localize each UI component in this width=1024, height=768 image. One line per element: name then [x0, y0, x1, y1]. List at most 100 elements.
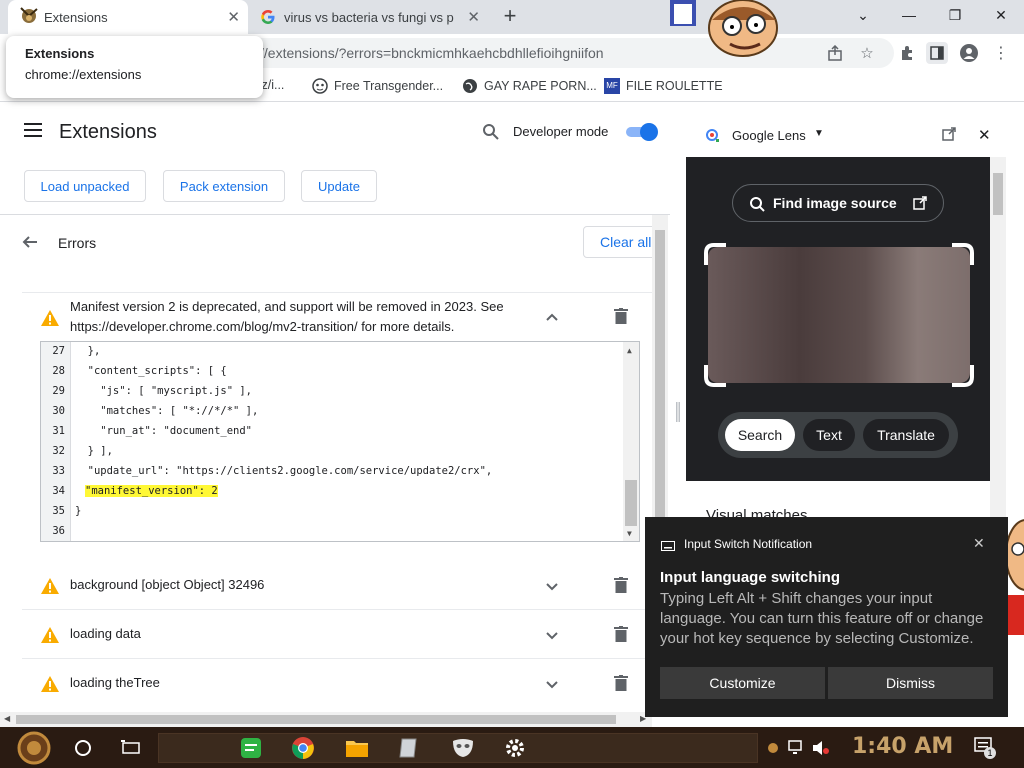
bookmark-star-icon[interactable]: ☆ — [856, 42, 878, 64]
scroll-thumb[interactable] — [16, 715, 616, 724]
code-line-highlighted: "manifest_version": 2 — [85, 485, 218, 497]
selected-image-region[interactable] — [704, 243, 974, 387]
tab-extensions[interactable]: Extensions ✕ — [8, 0, 248, 34]
line-number: 35 — [52, 505, 65, 517]
file-explorer-icon[interactable] — [342, 733, 372, 763]
load-unpacked-button[interactable]: Load unpacked — [24, 170, 146, 202]
chrome-icon[interactable] — [288, 733, 318, 763]
minimize-button[interactable]: — — [886, 0, 932, 30]
file-roulette-icon: MF — [604, 78, 620, 94]
scroll-down-icon[interactable]: ▼ — [627, 529, 632, 538]
settings-gear-icon[interactable] — [500, 733, 530, 763]
line-number: 36 — [52, 525, 65, 537]
share-icon[interactable] — [824, 42, 846, 64]
error-item[interactable]: loading data — [22, 610, 652, 659]
developer-mode-toggle[interactable] — [626, 123, 658, 141]
update-button[interactable]: Update — [301, 170, 377, 202]
restore-button[interactable]: ❐ — [932, 0, 978, 30]
start-button[interactable] — [16, 730, 52, 766]
error-item[interactable]: loading theTree — [22, 659, 652, 708]
notes-app-icon[interactable] — [236, 733, 266, 763]
extension-tab-favicon-icon — [18, 5, 40, 27]
code-scrollbar[interactable]: ▲ ▼ — [623, 342, 639, 541]
taskbar-clock[interactable]: 1:40 AM — [852, 734, 953, 759]
scroll-thumb[interactable] — [625, 480, 637, 526]
close-window-button[interactable]: ✕ — [978, 0, 1024, 30]
volume-muted-icon[interactable] — [810, 733, 832, 763]
side-panel-scrollbar[interactable] — [990, 157, 1006, 517]
error-item[interactable]: background [object Object] 32496 — [22, 561, 652, 610]
tab-strip: Extensions ✕ virus vs bacteria vs fungi … — [0, 0, 1024, 57]
lens-dropdown-icon[interactable]: ▼ — [814, 128, 824, 139]
code-line: "content_scripts": [ { — [75, 365, 227, 377]
pack-extension-button[interactable]: Pack extension — [163, 170, 285, 202]
back-arrow-icon[interactable] — [22, 234, 38, 250]
chip-translate[interactable]: Translate — [863, 419, 949, 451]
side-panel-resize-handle[interactable] — [676, 402, 680, 422]
line-number: 33 — [52, 465, 65, 477]
tab-close-button[interactable]: ✕ — [227, 8, 240, 26]
address-bar[interactable]: //extensions/?errors=bnckmicmhkaehcbdhll… — [238, 38, 894, 68]
task-view-icon[interactable] — [116, 733, 146, 763]
mask-app-icon[interactable] — [448, 733, 478, 763]
chip-search[interactable]: Search — [725, 419, 795, 451]
tray-chevron-icon[interactable] — [764, 733, 782, 763]
tab-close-button[interactable]: ✕ — [467, 8, 480, 26]
extensions-header: Extensions Developer mode Load unpacked … — [0, 103, 670, 215]
tab-google-search[interactable]: virus vs bacteria vs fungi vs pr ✕ — [252, 0, 488, 34]
trash-icon[interactable] — [614, 308, 628, 324]
scroll-thumb[interactable] — [655, 230, 665, 530]
taskbar: 1:40 AM 1 — [0, 727, 1024, 768]
manifest-code-view[interactable]: 27 }, 28 "content_scripts": [ { 29 "js":… — [40, 341, 640, 542]
trash-icon[interactable] — [614, 626, 628, 642]
google-lens-side-panel: Google Lens ▼ ✕ Find image source Search… — [686, 117, 1006, 524]
bookmark-item[interactable]: GAY RAPE PORN... — [462, 78, 597, 94]
trash-icon[interactable] — [614, 675, 628, 691]
new-tab-button[interactable]: + — [498, 4, 522, 28]
chevron-down-icon[interactable] — [546, 628, 558, 643]
find-image-source-button[interactable]: Find image source — [732, 184, 944, 222]
bookmark-item[interactable]: Free Transgender... — [312, 78, 443, 94]
scroll-up-icon[interactable]: ▲ — [627, 346, 632, 355]
tab-hover-tooltip: Extensions chrome://extensions — [6, 36, 263, 98]
hamburger-menu-icon[interactable] — [24, 123, 42, 137]
scroll-left-icon[interactable]: ◀ — [4, 714, 10, 723]
dismiss-button[interactable]: Dismiss — [828, 667, 993, 699]
notebook-app-icon[interactable] — [394, 733, 424, 763]
chip-text[interactable]: Text — [803, 419, 855, 451]
page-title: Extensions — [59, 121, 157, 143]
search-icon[interactable] — [482, 123, 500, 141]
warning-icon — [41, 627, 59, 643]
clear-all-button[interactable]: Clear all — [583, 226, 658, 258]
notification-app-name: Input Switch Notification — [684, 537, 813, 551]
trash-icon[interactable] — [614, 577, 628, 593]
close-panel-icon[interactable]: ✕ — [978, 126, 991, 144]
open-in-new-icon[interactable] — [942, 127, 956, 141]
kebab-menu-icon[interactable]: ⋮ — [990, 42, 1012, 64]
find-source-label: Find image source — [773, 195, 897, 211]
notification-close-icon[interactable]: ✕ — [973, 535, 985, 552]
scroll-thumb[interactable] — [993, 173, 1003, 215]
tab-search-button[interactable]: ⌄ — [840, 0, 886, 30]
line-number: 27 — [52, 345, 65, 357]
notification-center-icon[interactable]: 1 — [974, 737, 996, 759]
address-text: //extensions/?errors=bnckmicmhkaehcbdhll… — [260, 45, 604, 61]
profile-avatar-icon[interactable] — [958, 42, 980, 64]
input-switch-notification: Input Switch Notification ✕ Input langua… — [645, 517, 1008, 717]
code-line: "run_at": "document_end" — [75, 425, 253, 437]
chevron-up-icon[interactable] — [546, 309, 558, 324]
tooltip-title: Extensions — [25, 46, 95, 61]
notification-count-badge: 1 — [984, 747, 996, 759]
chevron-down-icon: ⌄ — [857, 6, 869, 23]
page-horizontal-scrollbar[interactable]: ◀ ▶ — [0, 712, 652, 727]
warning-icon — [41, 676, 59, 692]
cortana-circle-icon[interactable] — [68, 733, 98, 763]
chevron-down-icon[interactable] — [546, 677, 558, 692]
extensions-puzzle-icon[interactable] — [896, 42, 918, 64]
chevron-down-icon[interactable] — [546, 579, 558, 594]
lens-icon — [704, 127, 720, 143]
bookmark-item[interactable]: MF FILE ROULETTE — [604, 78, 723, 94]
side-panel-icon[interactable] — [926, 42, 948, 64]
network-icon[interactable] — [786, 733, 808, 763]
customize-button[interactable]: Customize — [660, 667, 825, 699]
